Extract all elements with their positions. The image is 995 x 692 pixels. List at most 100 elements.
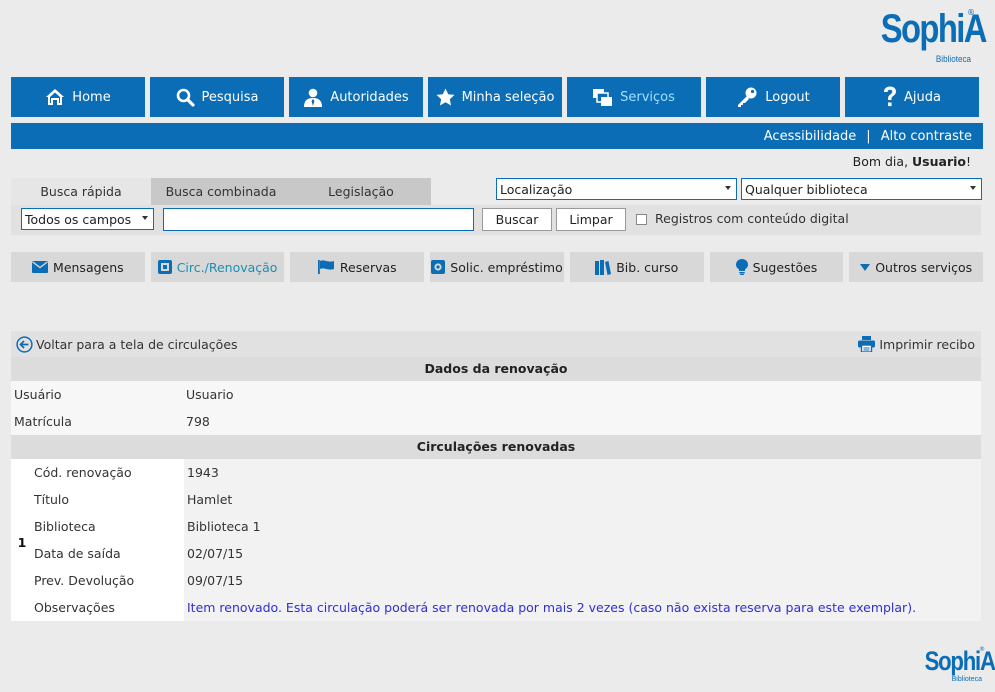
- printer-icon: [858, 336, 876, 352]
- nav-servicos[interactable]: Serviços: [567, 77, 701, 117]
- star-icon: [436, 88, 455, 106]
- logo-word: SophiA: [880, 7, 988, 51]
- greeting-suffix: !: [965, 154, 971, 169]
- field-value: 09/07/15: [184, 567, 981, 594]
- svc-sugestoes-label: Sugestões: [752, 259, 818, 275]
- field-select[interactable]: Todos os campos: [21, 208, 154, 230]
- logo-subtitle: Biblioteca: [951, 676, 982, 683]
- field-value: 02/07/15: [184, 540, 981, 567]
- content-toolbar: Voltar para a tela de circulações Imprim…: [11, 331, 981, 357]
- nav-logout[interactable]: Logout: [706, 77, 840, 117]
- field-label: Cód. renovação: [34, 465, 132, 480]
- nav-autoridades[interactable]: Autoridades: [289, 77, 423, 117]
- field-label: Prev. Devolução: [34, 573, 135, 588]
- logo-word: SophiA: [924, 646, 995, 676]
- observation-value: Item renovado. Esta circulação poderá se…: [184, 594, 981, 621]
- svc-mensagens[interactable]: Mensagens: [11, 252, 145, 282]
- search-tabs: Busca rápida Busca combinada Legislação: [11, 178, 431, 205]
- greeting-user: Usuario: [912, 154, 966, 169]
- svc-bib-curso-label: Bib. curso: [616, 259, 679, 275]
- greeting: Bom dia, Usuario!: [853, 154, 971, 169]
- nav-pesquisa[interactable]: Pesquisa: [150, 77, 284, 117]
- tab-busca-rapida[interactable]: Busca rápida: [11, 178, 151, 205]
- location-select[interactable]: Localização: [496, 178, 737, 200]
- svc-mensagens-label: Mensagens: [53, 259, 124, 275]
- renew-icon: [157, 260, 172, 274]
- tab-busca-combinada[interactable]: Busca combinada: [151, 178, 291, 205]
- loan-icon: [431, 260, 446, 274]
- nav-servicos-label: Serviços: [620, 89, 675, 105]
- registration-row: Matrícula 798: [11, 408, 981, 435]
- clear-button[interactable]: Limpar: [556, 208, 626, 231]
- circulation-item-number: 1: [11, 459, 33, 621]
- field-row-cod-renovacao: Cód. renovação 1943: [33, 459, 981, 486]
- books-icon: [595, 259, 612, 275]
- svc-outros-servicos[interactable]: Outros serviços: [849, 252, 984, 282]
- registration-value: 798: [186, 414, 210, 429]
- nav-home[interactable]: Home: [11, 77, 145, 117]
- chevron-down-icon: [970, 186, 976, 190]
- key-icon: [738, 87, 757, 107]
- field-label: Observações: [34, 600, 115, 615]
- nav-ajuda-label: Ajuda: [904, 89, 941, 105]
- registration-label: Matrícula: [14, 414, 72, 429]
- library-select-value: Qualquer biblioteca: [745, 181, 868, 197]
- tab-legislacao[interactable]: Legislação: [291, 178, 431, 205]
- logo-registered: ®: [967, 8, 975, 17]
- field-value: Hamlet: [184, 486, 981, 513]
- digital-content-checkbox[interactable]: [636, 214, 647, 225]
- renewal-content: Voltar para a tela de circulações Imprim…: [11, 331, 981, 621]
- chevron-down-icon: [725, 186, 731, 190]
- field-select-value: Todos os campos: [25, 211, 132, 227]
- field-label: Título: [34, 492, 70, 507]
- accessibility-link[interactable]: Acessibilidade: [764, 129, 857, 144]
- logo-subtitle: Biblioteca: [935, 54, 971, 64]
- field-row-data-saida: Data de saída 02/07/15: [33, 540, 981, 567]
- search-button[interactable]: Buscar: [482, 208, 552, 231]
- svc-reservas-label: Reservas: [339, 259, 397, 275]
- renewed-circulations-header: Circulações renovadas: [11, 435, 981, 459]
- svc-circ-renovacao[interactable]: Circ./Renovação: [150, 252, 285, 282]
- user-row: Usuário Usuario: [11, 381, 981, 408]
- sophia-logo-footer: SophiA ® Biblioteca: [912, 644, 995, 688]
- logo-registered: ®: [979, 646, 985, 653]
- high-contrast-link[interactable]: Alto contraste: [881, 129, 972, 144]
- home-icon: [46, 89, 65, 105]
- chevron-down-icon: [142, 216, 148, 220]
- services-bar: Mensagens Circ./Renovação Reservas Solic…: [11, 252, 984, 282]
- caret-down-icon: [860, 263, 871, 271]
- field-label: Biblioteca: [34, 519, 96, 534]
- field-value: Biblioteca 1: [184, 513, 981, 540]
- accessibility-separator: |: [866, 128, 871, 144]
- sophia-logo: SophiA ® Biblioteca: [861, 4, 988, 70]
- location-select-value: Localização: [500, 181, 573, 197]
- print-receipt-link[interactable]: Imprimir recibo: [858, 336, 975, 352]
- library-select[interactable]: Qualquer biblioteca: [741, 178, 982, 200]
- svc-sugestoes[interactable]: Sugestões: [709, 252, 844, 282]
- field-value: 1943: [184, 459, 981, 486]
- search-input[interactable]: [163, 208, 474, 231]
- nav-minha-selecao-label: Minha seleção: [461, 89, 555, 105]
- accessibility-bar: Acessibilidade | Alto contraste: [11, 123, 983, 149]
- svc-circ-renovacao-label: Circ./Renovação: [176, 259, 278, 275]
- field-row-observacoes: Observações Item renovado. Esta circulaç…: [33, 594, 981, 621]
- nav-pesquisa-label: Pesquisa: [201, 89, 259, 105]
- renewal-data-header: Dados da renovação: [11, 357, 981, 381]
- user-icon: [304, 88, 323, 107]
- back-link-label: Voltar para a tela de circulações: [36, 337, 238, 352]
- services-icon: [593, 88, 613, 106]
- help-icon: [884, 86, 897, 107]
- nav-minha-selecao[interactable]: Minha seleção: [428, 77, 562, 117]
- field-label: Data de saída: [34, 546, 121, 561]
- svc-solic-emprestimo[interactable]: Solic. empréstimo: [430, 252, 564, 282]
- greeting-prefix: Bom dia,: [852, 154, 913, 169]
- nav-home-label: Home: [72, 89, 111, 105]
- svc-outros-servicos-label: Outros serviços: [875, 259, 973, 275]
- svc-reservas[interactable]: Reservas: [290, 252, 425, 282]
- bulb-icon: [735, 259, 748, 275]
- print-receipt-label: Imprimir recibo: [879, 336, 975, 352]
- svc-bib-curso[interactable]: Bib. curso: [569, 252, 704, 282]
- back-arrow-icon: [16, 336, 33, 353]
- back-link[interactable]: Voltar para a tela de circulações: [16, 336, 238, 353]
- nav-ajuda[interactable]: Ajuda: [845, 77, 979, 117]
